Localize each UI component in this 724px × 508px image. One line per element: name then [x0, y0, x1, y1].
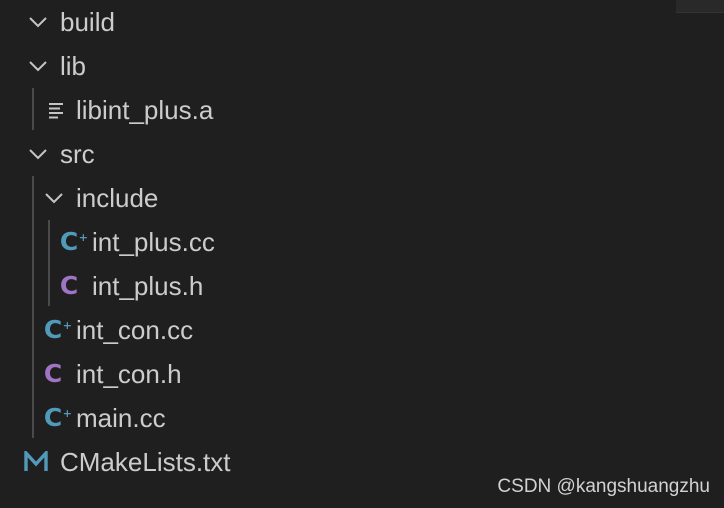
file-label: int_con.cc — [76, 315, 194, 345]
folder-label: lib — [60, 51, 87, 81]
file-row-int-con-h[interactable]: C int_con.h — [0, 352, 724, 396]
editor-tab-corner — [676, 0, 724, 13]
folder-row-src[interactable]: src — [0, 132, 724, 176]
file-label: CMakeLists.txt — [60, 447, 231, 477]
chevron-down-icon — [27, 11, 49, 33]
file-label: main.cc — [76, 403, 166, 433]
chevron-down-icon — [27, 55, 49, 77]
cpp-file-icon: C + — [43, 315, 72, 344]
lines-file-icon — [43, 97, 69, 123]
folder-label: include — [76, 183, 159, 213]
c-header-file-icon: C — [43, 359, 63, 388]
chevron-down-icon — [27, 143, 49, 165]
watermark: CSDN @kangshuangzhu — [497, 476, 710, 497]
cpp-file-icon: C + — [43, 403, 72, 432]
chevron-down-icon — [43, 187, 65, 209]
folder-row-build[interactable]: build — [0, 0, 724, 44]
file-row-int-plus-cc[interactable]: C + int_plus.cc — [0, 220, 724, 264]
file-label: libint_plus.a — [76, 95, 214, 125]
file-label: int_plus.cc — [92, 227, 215, 257]
folder-label: src — [60, 139, 95, 169]
folder-row-lib[interactable]: lib — [0, 44, 724, 88]
c-header-file-icon: C — [59, 271, 79, 300]
file-row-libint-plus-a[interactable]: libint_plus.a — [0, 88, 724, 132]
file-explorer-tree: build lib libint_plus.a src include C + … — [0, 0, 724, 508]
folder-label: build — [60, 7, 115, 37]
file-label: int_plus.h — [92, 271, 204, 301]
cmake-file-icon — [23, 449, 49, 475]
folder-row-include[interactable]: include — [0, 176, 724, 220]
cpp-file-icon: C + — [59, 227, 88, 256]
file-label: int_con.h — [76, 359, 182, 389]
file-row-int-con-cc[interactable]: C + int_con.cc — [0, 308, 724, 352]
file-row-main-cc[interactable]: C + main.cc — [0, 396, 724, 440]
file-row-int-plus-h[interactable]: C int_plus.h — [0, 264, 724, 308]
